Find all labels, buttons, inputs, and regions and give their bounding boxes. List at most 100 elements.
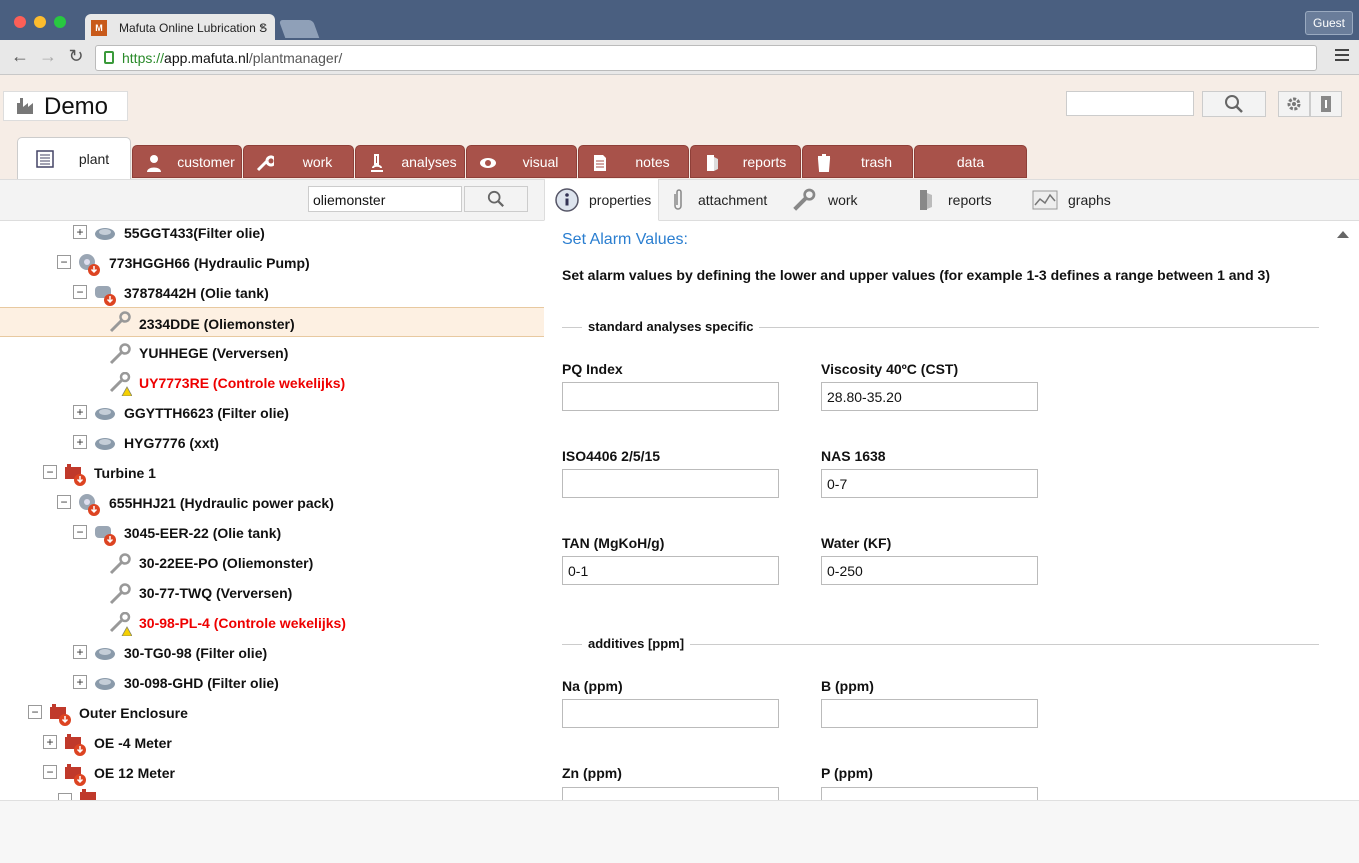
- tab-reports[interactable]: reports: [690, 145, 801, 178]
- tree-node[interactable]: + 55GGT433(Filter olie): [0, 221, 544, 251]
- tab-trash[interactable]: trash: [802, 145, 913, 178]
- tree-node[interactable]: + 30-098-GHD (Filter olie): [0, 671, 544, 701]
- tree-node-label: 30-098-GHD (Filter olie): [124, 675, 279, 691]
- tree-node[interactable]: − 3045-EER-22 (Olie tank): [0, 521, 544, 551]
- back-arrow-icon[interactable]: ←: [10, 46, 30, 67]
- logout-button[interactable]: [1310, 91, 1342, 117]
- tree-node-label: 2334DDE (Oliemonster): [139, 316, 295, 332]
- collapse-toggle[interactable]: −: [43, 765, 57, 779]
- report-icon: [920, 190, 932, 210]
- browser-tab[interactable]: M Mafuta Online Lubrication S ×: [85, 14, 275, 41]
- tab-plant[interactable]: plant: [17, 137, 131, 180]
- tab-notes-label: notes: [635, 154, 670, 170]
- scroll-up-arrow-icon[interactable]: [1337, 231, 1349, 238]
- tab-customer[interactable]: customer: [132, 145, 242, 178]
- collapse-toggle[interactable]: −: [28, 705, 42, 719]
- water-kf-input[interactable]: 0-250: [821, 556, 1038, 585]
- expand-toggle[interactable]: +: [73, 645, 87, 659]
- tree-search-input[interactable]: oliemonster: [308, 186, 462, 212]
- expand-toggle[interactable]: +: [73, 225, 87, 239]
- tree-node[interactable]: + GGYTTH6623 (Filter olie): [0, 401, 544, 431]
- pump-icon: [79, 494, 100, 516]
- tab-notes[interactable]: notes: [578, 145, 689, 178]
- field-label: Zn (ppm): [562, 765, 622, 781]
- collapse-toggle[interactable]: −: [73, 525, 87, 539]
- global-search-input[interactable]: [1066, 91, 1194, 116]
- factory-icon: [17, 98, 33, 114]
- filter-icon: [95, 678, 115, 690]
- tree-node-selected[interactable]: 2334DDE (Oliemonster): [0, 307, 544, 337]
- tab-work[interactable]: work: [243, 145, 354, 178]
- viscosity-input[interactable]: 28.80-35.20: [821, 382, 1038, 411]
- b-ppm-input[interactable]: [821, 699, 1038, 728]
- collapse-toggle[interactable]: −: [73, 285, 87, 299]
- subtab-properties[interactable]: properties: [544, 179, 659, 221]
- expand-toggle[interactable]: +: [43, 735, 57, 749]
- plant-list-icon: [36, 150, 54, 168]
- tree-node-partial[interactable]: [0, 789, 544, 800]
- pq-index-input[interactable]: [562, 382, 779, 411]
- collapse-toggle[interactable]: −: [57, 255, 71, 269]
- expand-toggle[interactable]: [58, 793, 72, 800]
- collapse-toggle[interactable]: −: [43, 465, 57, 479]
- guest-profile-button[interactable]: Guest: [1305, 11, 1353, 35]
- na-ppm-input[interactable]: [562, 699, 779, 728]
- subtab-attachment[interactable]: attachment: [668, 179, 778, 221]
- document-icon: [594, 155, 606, 171]
- subtab-reports[interactable]: reports: [916, 179, 1016, 221]
- expand-toggle[interactable]: +: [73, 675, 87, 689]
- tab-close-icon[interactable]: ×: [260, 20, 267, 34]
- tab-data[interactable]: data: [914, 145, 1027, 178]
- p-ppm-input[interactable]: [821, 787, 1038, 800]
- tab-analyses[interactable]: analyses: [355, 145, 465, 178]
- url-scheme: https://: [122, 50, 165, 66]
- maximize-window-icon[interactable]: [54, 16, 66, 28]
- tree-node[interactable]: + OE -4 Meter: [0, 731, 544, 761]
- eye-icon: [480, 158, 496, 168]
- nas1638-input[interactable]: 0-7: [821, 469, 1038, 498]
- browser-menu-icon[interactable]: [1335, 49, 1349, 63]
- forward-arrow-icon[interactable]: →: [38, 46, 58, 67]
- reload-icon[interactable]: ↻: [66, 46, 86, 67]
- subtab-graphs[interactable]: graphs: [1032, 179, 1132, 221]
- tree-node[interactable]: − Outer Enclosure: [0, 701, 544, 731]
- close-window-icon[interactable]: [14, 16, 26, 28]
- tree-node[interactable]: YUHHEGE (Verversen): [0, 341, 544, 371]
- tree-node-alert[interactable]: 30-98-PL-4 (Controle wekelijks): [0, 611, 544, 641]
- tree-node[interactable]: − Turbine 1: [0, 461, 544, 491]
- section-title: additives [ppm]: [582, 636, 691, 651]
- microscope-icon: [371, 154, 383, 172]
- collapse-toggle[interactable]: −: [57, 495, 71, 509]
- tree-node-alert[interactable]: UY7773RE (Controle wekelijks): [0, 371, 544, 401]
- expand-toggle[interactable]: +: [73, 435, 87, 449]
- field-label: ISO4406 2/5/15: [562, 448, 661, 464]
- global-search-button[interactable]: [1202, 91, 1266, 117]
- pump-icon: [79, 254, 100, 276]
- tab-data-label: data: [956, 154, 985, 170]
- section-title: standard analyses specific: [582, 319, 760, 334]
- wrench-icon: [256, 155, 274, 172]
- tree-node[interactable]: 30-77-TWQ (Verversen): [0, 581, 544, 611]
- field-label: TAN (MgKoH/g): [562, 535, 665, 551]
- iso4406-input[interactable]: [562, 469, 779, 498]
- person-icon: [147, 155, 161, 172]
- new-tab-button[interactable]: [278, 20, 320, 38]
- tan-input[interactable]: 0-1: [562, 556, 779, 585]
- tree-search-button[interactable]: [464, 186, 528, 212]
- minimize-window-icon[interactable]: [34, 16, 46, 28]
- address-bar[interactable]: https://app.mafuta.nl/plantmanager/: [95, 45, 1317, 71]
- subtab-work[interactable]: work: [792, 179, 882, 221]
- tree-node[interactable]: + HYG7776 (xxt): [0, 431, 544, 461]
- tree-node[interactable]: 30-22EE-PO (Oliemonster): [0, 551, 544, 581]
- tree-node[interactable]: + 30-TG0-98 (Filter olie): [0, 641, 544, 671]
- tree-node[interactable]: − 773HGGH66 (Hydraulic Pump): [0, 251, 544, 281]
- tab-visual[interactable]: visual: [466, 145, 577, 178]
- workspace-title[interactable]: Demo: [3, 91, 128, 121]
- tab-customer-label: customer: [177, 154, 235, 170]
- expand-toggle[interactable]: +: [73, 405, 87, 419]
- zn-ppm-input[interactable]: [562, 787, 779, 800]
- search-icon: [1225, 95, 1243, 113]
- settings-button[interactable]: [1278, 91, 1310, 117]
- filter-icon: [95, 648, 115, 660]
- tree-node[interactable]: − 655HHJ21 (Hydraulic power pack): [0, 491, 544, 521]
